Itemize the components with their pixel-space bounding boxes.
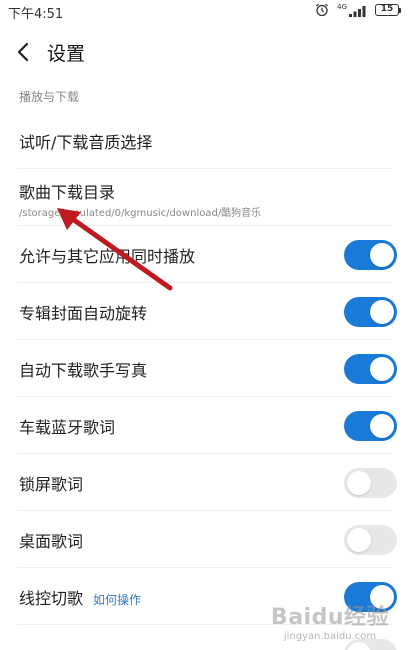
row-label: 锁屏歌词: [19, 474, 84, 494]
row-lockscreen-lyrics: 锁屏歌词: [0, 454, 409, 511]
row-label: 允许与其它应用同时播放: [19, 246, 196, 266]
toggle-knob: [347, 470, 371, 495]
toggle-switch[interactable]: [344, 638, 397, 650]
settings-screen: 下午4:51 4G 15 设置 播放与下载 试听/下载音质选择 歌曲下载目录 /…: [0, 0, 409, 650]
row-wire-control-switch-song: 线控切歌 如何操作: [0, 568, 409, 625]
alarm-icon: [315, 3, 329, 17]
row-album-cover-rotate: 专辑封面自动旋转: [0, 283, 409, 340]
row-label-text: 线控切歌: [19, 588, 84, 608]
header: 设置: [0, 35, 409, 69]
toggle-knob: [370, 356, 394, 381]
toggle-knob: [347, 641, 371, 650]
toggle-switch[interactable]: [344, 524, 397, 555]
toggle-knob: [370, 299, 394, 324]
row-audio-quality[interactable]: 试听/下载音质选择: [0, 112, 409, 169]
row-download-directory[interactable]: 歌曲下载目录 /storage/emulated/0/kgmusic/downl…: [0, 169, 409, 226]
page-title: 设置: [47, 43, 86, 65]
toggle-knob: [370, 413, 394, 438]
battery-level: 15: [375, 4, 399, 16]
toggle-switch[interactable]: [344, 581, 397, 612]
toggle-switch[interactable]: [344, 296, 397, 327]
status-time: 下午4:51: [8, 7, 64, 22]
toggle-knob: [370, 584, 394, 609]
battery-icon: 15: [375, 4, 401, 16]
row-label: 线控切歌 如何操作: [19, 585, 141, 609]
toggle-knob: [347, 527, 371, 552]
toggle-knob: [370, 242, 394, 267]
toggle-switch[interactable]: [344, 467, 397, 498]
signal-group: 4G: [337, 2, 367, 17]
row-allow-simultaneous-play: 允许与其它应用同时播放: [0, 226, 409, 283]
toggle-switch[interactable]: [344, 353, 397, 384]
section-label: 播放与下载: [19, 90, 80, 104]
battery-tip: [399, 7, 401, 13]
network-type-label: 4G: [337, 2, 347, 11]
row-car-bluetooth-lyrics: 车载蓝牙歌词: [0, 397, 409, 454]
row-label: 自动下载歌手写真: [19, 360, 148, 380]
row-auto-download-artist-photo: 自动下载歌手写真: [0, 340, 409, 397]
row-partial: [0, 625, 409, 650]
how-to-link[interactable]: 如何操作: [93, 593, 141, 607]
row-label: 桌面歌词: [19, 531, 84, 551]
toggle-switch[interactable]: [344, 410, 397, 441]
row-label: 试听/下载音质选择: [19, 132, 153, 152]
chevron-left-icon[interactable]: [14, 41, 34, 63]
row-desktop-lyrics: 桌面歌词: [0, 511, 409, 568]
row-label: 车载蓝牙歌词: [19, 417, 116, 437]
row-label: 专辑封面自动旋转: [19, 303, 148, 323]
status-icons: 4G 15: [315, 3, 401, 17]
status-bar: 下午4:51 4G 15: [0, 0, 409, 24]
signal-icon: [349, 5, 367, 17]
row-label: 歌曲下载目录: [19, 183, 116, 202]
download-path: /storage/emulated/0/kgmusic/download/酷狗音…: [19, 208, 262, 219]
toggle-switch[interactable]: [344, 239, 397, 270]
